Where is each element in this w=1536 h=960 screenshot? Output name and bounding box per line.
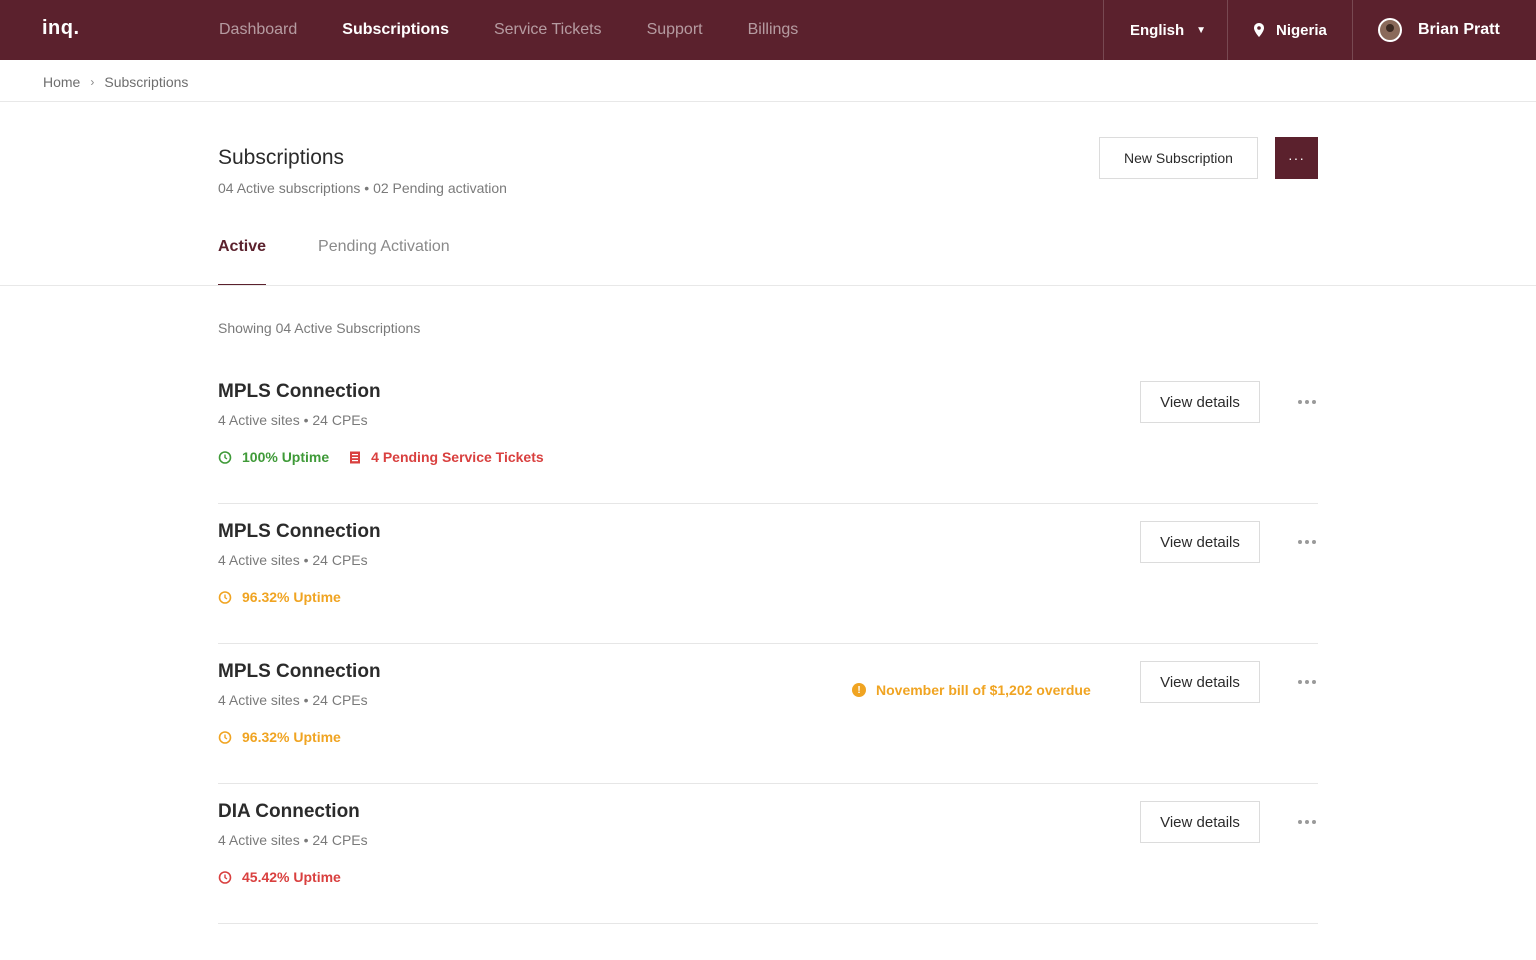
subscription-name: MPLS Connection	[218, 521, 381, 542]
pending-tickets-stat[interactable]: 4 Pending Service Tickets	[349, 449, 544, 465]
overdue-bill-label: November bill of $1,202 overdue	[876, 682, 1091, 698]
pending-tickets-label: 4 Pending Service Tickets	[371, 449, 544, 465]
subscription-name: DIA Connection	[218, 801, 360, 822]
uptime-stat: 100% Uptime	[218, 449, 329, 465]
nav-item-support[interactable]: Support	[647, 21, 703, 39]
uptime-icon	[218, 731, 232, 744]
tab-pending-activation[interactable]: Pending Activation	[318, 238, 450, 286]
view-details-button[interactable]: View details	[1140, 661, 1260, 703]
list-item: DIA Connection 4 Active sites • 24 CPEs …	[218, 784, 1318, 924]
row-more-icon[interactable]	[1296, 392, 1318, 412]
list-item: MPLS Connection 4 Active sites • 24 CPEs…	[218, 644, 1318, 784]
more-options-button[interactable]: ···	[1275, 137, 1318, 179]
uptime-icon	[218, 591, 232, 604]
list-item: MPLS Connection 4 Active sites • 24 CPEs…	[218, 504, 1318, 644]
nav-item-billings[interactable]: Billings	[748, 21, 799, 39]
uptime-icon	[218, 451, 232, 464]
nav-item-dashboard[interactable]: Dashboard	[219, 21, 297, 39]
country-selector[interactable]: Nigeria	[1227, 0, 1352, 60]
avatar	[1378, 18, 1402, 42]
top-navigation-bar: inq. Dashboard Subscriptions Service Tic…	[0, 0, 1536, 60]
page-subtitle: 04 Active subscriptions • 02 Pending act…	[218, 180, 507, 196]
uptime-stat: 96.32% Uptime	[218, 729, 341, 745]
subscription-name: MPLS Connection	[218, 661, 381, 682]
user-name: Brian Pratt	[1418, 21, 1500, 38]
breadcrumb-current: Subscriptions	[104, 74, 189, 90]
view-details-button[interactable]: View details	[1140, 521, 1260, 563]
subscription-meta: 4 Active sites • 24 CPEs	[218, 412, 368, 428]
main-nav: Dashboard Subscriptions Service Tickets …	[219, 0, 843, 60]
subscription-meta: 4 Active sites • 24 CPEs	[218, 832, 368, 848]
subscription-meta: 4 Active sites • 24 CPEs	[218, 692, 368, 708]
country-label: Nigeria	[1276, 21, 1327, 39]
uptime-label: 100% Uptime	[242, 449, 330, 465]
caret-down-icon: ▼	[1196, 24, 1207, 36]
nav-item-service-tickets[interactable]: Service Tickets	[494, 21, 602, 39]
overdue-bill-alert[interactable]: ! November bill of $1,202 overdue	[852, 682, 1091, 698]
tab-active[interactable]: Active	[218, 238, 267, 286]
app-logo[interactable]: inq.	[42, 17, 80, 40]
language-selector[interactable]: English ▼	[1103, 0, 1227, 60]
location-pin-icon	[1254, 23, 1264, 37]
top-right-controls: English ▼ Nigeria Brian Pratt	[1103, 0, 1536, 60]
row-more-icon[interactable]	[1296, 672, 1318, 692]
ticket-icon	[350, 451, 361, 463]
subscription-name: MPLS Connection	[218, 381, 381, 402]
view-details-button[interactable]: View details	[1140, 381, 1260, 423]
chevron-right-icon: ›	[90, 75, 95, 89]
language-label: English	[1130, 21, 1185, 39]
row-more-icon[interactable]	[1296, 532, 1318, 552]
user-menu[interactable]: Brian Pratt	[1352, 0, 1536, 60]
page-title: Subscriptions	[218, 146, 345, 169]
uptime-icon	[218, 871, 232, 884]
uptime-stat: 96.32% Uptime	[218, 589, 341, 605]
breadcrumb-home[interactable]: Home	[43, 74, 80, 90]
subscription-tabs: Active Pending Activation	[218, 238, 502, 286]
row-more-icon[interactable]	[1296, 812, 1318, 832]
results-count: Showing 04 Active Subscriptions	[218, 320, 421, 336]
uptime-label: 96.32% Uptime	[242, 589, 341, 605]
new-subscription-button[interactable]: New Subscription	[1099, 137, 1258, 179]
subscription-stats: 100% Uptime 4 Pending Service Tickets	[218, 449, 564, 465]
breadcrumb: Home › Subscriptions	[43, 72, 188, 92]
subscription-stats: 96.32% Uptime	[218, 589, 361, 605]
uptime-stat: 45.42% Uptime	[218, 869, 341, 885]
nav-item-subscriptions[interactable]: Subscriptions	[342, 21, 449, 39]
subscription-meta: 4 Active sites • 24 CPEs	[218, 552, 368, 568]
subscription-stats: 45.42% Uptime	[218, 869, 361, 885]
subscription-list: MPLS Connection 4 Active sites • 24 CPEs…	[218, 364, 1318, 924]
list-item: MPLS Connection 4 Active sites • 24 CPEs…	[218, 364, 1318, 504]
divider	[0, 101, 1536, 102]
uptime-label: 96.32% Uptime	[242, 729, 341, 745]
divider	[0, 285, 1536, 286]
subscription-stats: 96.32% Uptime	[218, 729, 361, 745]
uptime-label: 45.42% Uptime	[242, 869, 341, 885]
alert-icon: !	[852, 683, 866, 697]
view-details-button[interactable]: View details	[1140, 801, 1260, 843]
